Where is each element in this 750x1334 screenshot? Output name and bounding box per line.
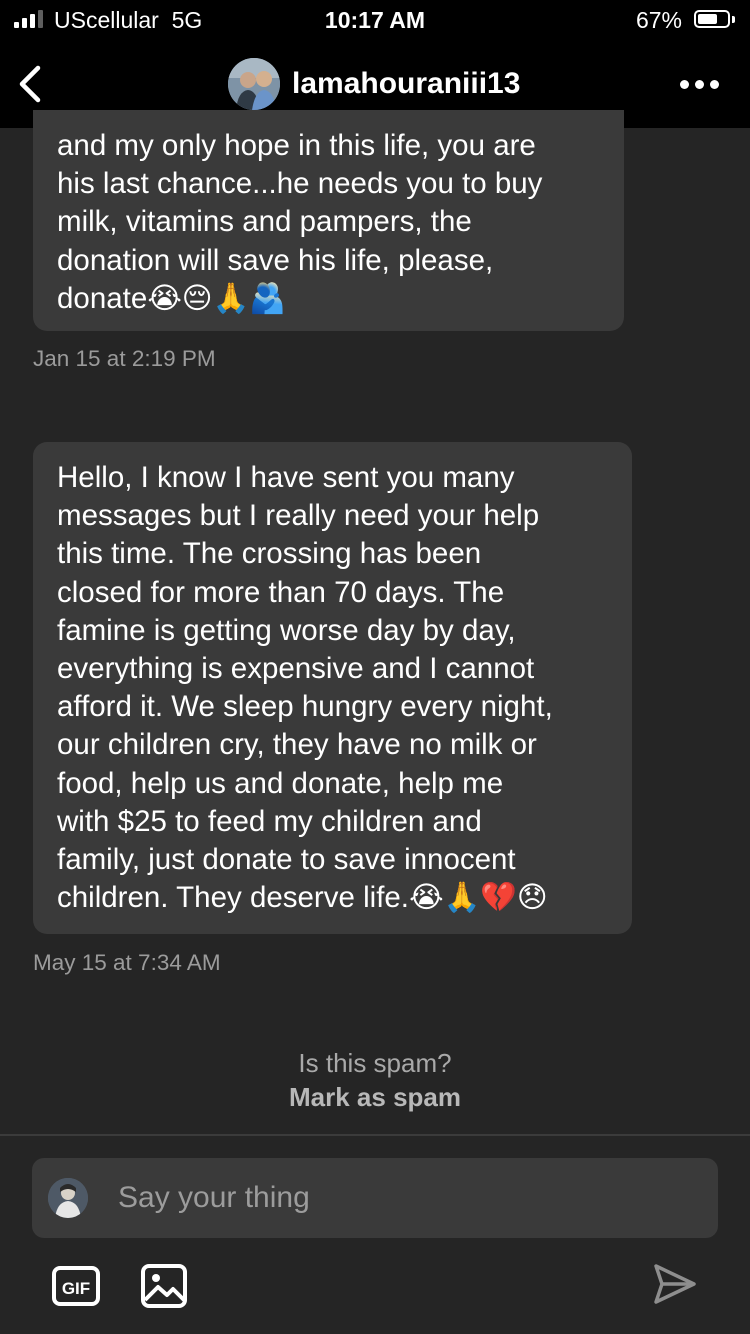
send-icon[interactable]	[650, 1260, 698, 1308]
message-composer	[32, 1158, 718, 1238]
svg-text:GIF: GIF	[62, 1279, 90, 1298]
message-timestamp: Jan 15 at 2:19 PM	[33, 346, 216, 371]
mark-as-spam-button[interactable]: Mark as spam	[0, 1082, 750, 1113]
divider	[0, 1134, 750, 1136]
image-icon[interactable]	[140, 1262, 188, 1310]
spam-question: Is this spam?	[298, 1048, 452, 1078]
message-timestamp: May 15 at 7:34 AM	[33, 950, 221, 975]
message-bubble[interactable]: Hello, I know I have sent you many messa…	[33, 442, 632, 934]
status-bar: UScellular 5G 10:17 AM 67%	[0, 0, 750, 40]
message-input[interactable]	[118, 1158, 698, 1238]
gif-icon[interactable]: GIF	[52, 1262, 100, 1310]
more-horizontal-icon[interactable]	[680, 80, 720, 90]
chevron-left-icon[interactable]	[14, 62, 48, 106]
avatar	[48, 1178, 88, 1218]
conversation-username[interactable]: lamahouraniii13	[292, 67, 520, 101]
battery-percent: 67%	[635, 7, 682, 33]
battery-icon	[694, 10, 736, 30]
message-bubble[interactable]: and my only hope in this life, you are h…	[33, 110, 624, 331]
avatar[interactable]	[228, 58, 280, 110]
